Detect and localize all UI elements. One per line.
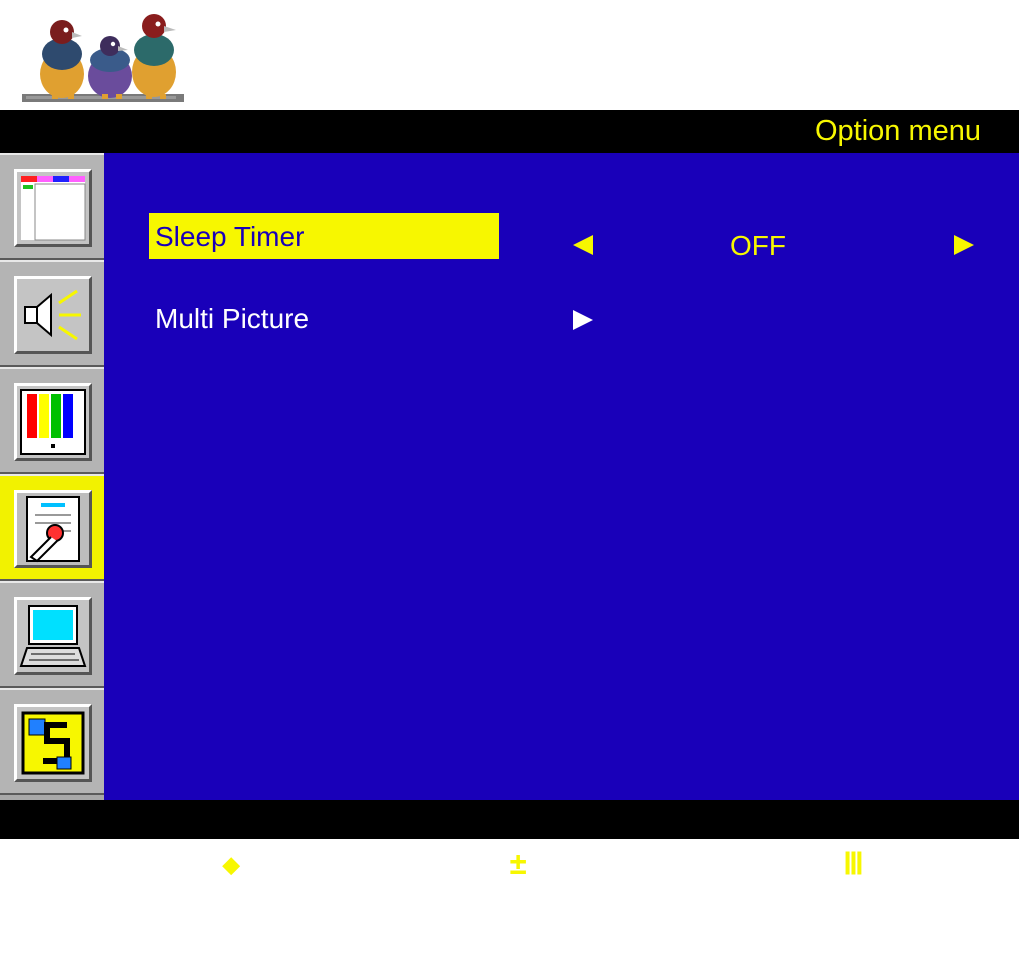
laptop-icon xyxy=(14,597,92,675)
window-icon xyxy=(14,169,92,247)
multi-picture-label[interactable]: Multi Picture xyxy=(155,301,309,337)
select-hint: ± Select xyxy=(432,800,629,926)
menu-title: Option menu xyxy=(814,115,981,147)
brand-logo xyxy=(22,6,192,106)
move-hint-label: Move xyxy=(234,888,312,926)
tab-monitor[interactable] xyxy=(0,581,104,688)
exit-hint: Ⅲ Exit xyxy=(766,800,924,926)
plus-minus-icon: ± xyxy=(509,847,528,882)
decrease-arrow-icon[interactable] xyxy=(573,235,593,255)
tab-window[interactable] xyxy=(0,153,104,260)
color-bars-icon xyxy=(14,383,92,461)
speaker-icon xyxy=(14,276,92,354)
up-down-arrows-icon: ◆ xyxy=(222,847,241,882)
submenu-arrow-icon[interactable] xyxy=(573,310,593,330)
input-source-icon xyxy=(14,704,92,782)
category-sidebar xyxy=(0,153,104,800)
select-hint-label: Select xyxy=(513,888,629,926)
increase-arrow-icon[interactable] xyxy=(954,235,974,255)
wrench-icon xyxy=(14,490,92,568)
tab-audio[interactable] xyxy=(0,260,104,367)
tab-color[interactable] xyxy=(0,367,104,474)
tab-input[interactable] xyxy=(0,688,104,795)
birds-logo-icon xyxy=(22,14,184,102)
key-hint-bar: ◆ Move ± Select Ⅲ Exit xyxy=(0,800,1019,926)
title-bar: Option menu xyxy=(0,110,1019,153)
sleep-timer-value: OFF xyxy=(730,230,786,261)
sleep-timer-label[interactable]: Sleep Timer xyxy=(149,213,499,259)
move-hint: ◆ Move xyxy=(145,800,311,926)
exit-hint-label: Exit xyxy=(847,888,925,926)
menu-key-icon: Ⅲ xyxy=(843,847,864,882)
tab-options[interactable] xyxy=(0,474,104,581)
options-panel: Sleep Timer OFF Multi Picture xyxy=(104,153,1019,800)
